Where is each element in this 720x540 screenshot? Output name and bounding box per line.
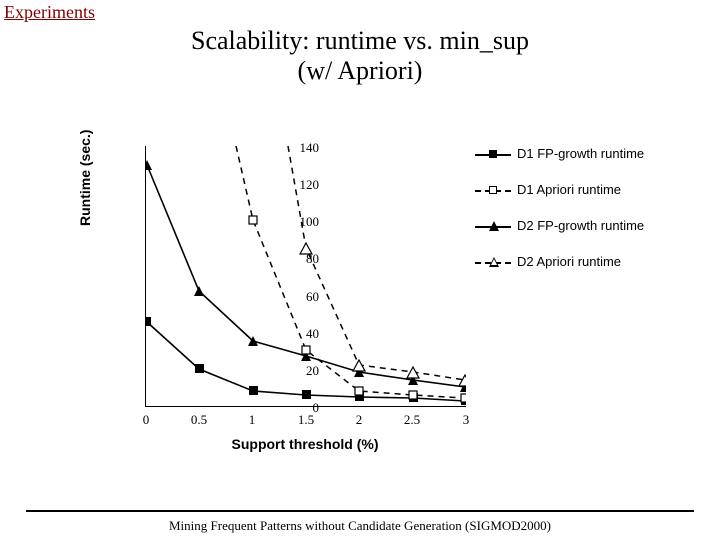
legend-item: D2 Apriori runtime [475,254,647,290]
legend-label: D1 FP-growth runtime [517,146,644,161]
ytick: 140 [289,140,319,156]
slide-title: Scalability: runtime vs. min_sup (w/ Apr… [0,26,720,86]
ytick: 80 [289,251,319,267]
xtick: 3 [451,412,481,428]
runtime-chart: Runtime (sec.) 0 20 40 60 80 100 120 140… [75,136,645,476]
xtick: 2.5 [397,412,427,428]
legend-label: D2 FP-growth runtime [517,218,644,233]
section-label: Experiments [4,2,95,23]
x-axis-label: Support threshold (%) [145,436,465,452]
y-axis-label: Runtime (sec.) [77,130,93,226]
ytick: 40 [289,326,319,342]
title-line-2: (w/ Apriori) [298,56,423,85]
ytick: 120 [289,177,319,193]
legend-item: D1 Apriori runtime [475,182,647,218]
legend: D1 FP-growth runtime D1 Apriori runtime … [475,146,647,290]
divider [26,510,694,512]
title-line-1: Scalability: runtime vs. min_sup [191,26,529,55]
footer-citation: Mining Frequent Patterns without Candida… [0,518,720,534]
xtick: 0 [131,412,161,428]
xtick: 2 [344,412,374,428]
ytick: 20 [289,363,319,379]
filled-triangle-icon [489,221,499,231]
legend-item: D1 FP-growth runtime [475,146,647,182]
xtick: 1.5 [291,412,321,428]
xtick: 1 [237,412,267,428]
xtick: 0.5 [184,412,214,428]
legend-item: D2 FP-growth runtime [475,218,647,254]
ytick: 100 [289,214,319,230]
open-square-icon [489,186,497,194]
legend-label: D1 Apriori runtime [517,182,621,197]
legend-label: D2 Apriori runtime [517,254,621,269]
ytick: 60 [289,289,319,305]
filled-square-icon [489,150,497,158]
open-triangle-icon [489,257,499,267]
